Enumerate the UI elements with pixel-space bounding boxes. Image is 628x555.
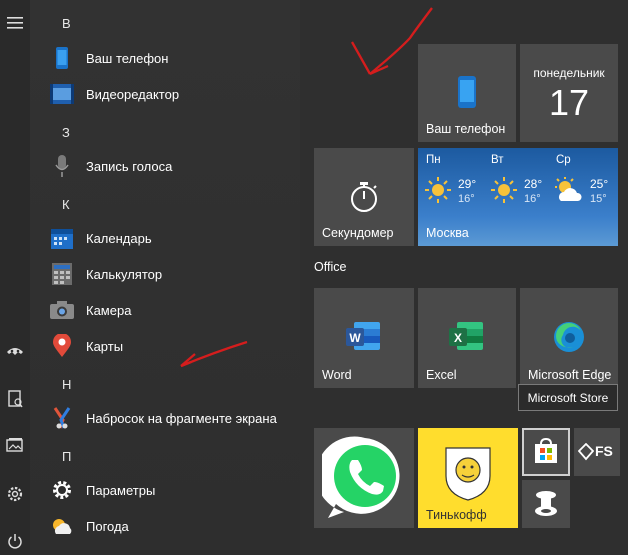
annotation-arrow bbox=[180, 340, 248, 368]
app-calendar[interactable]: Календарь bbox=[50, 221, 300, 255]
partly-cloudy-icon bbox=[554, 176, 584, 209]
app-label: Погода bbox=[86, 518, 129, 534]
fs-label: FS bbox=[595, 443, 613, 459]
store-bag-icon bbox=[534, 437, 558, 469]
tile-label: Секундомер bbox=[322, 226, 394, 240]
video-editor-icon bbox=[50, 82, 74, 106]
app-settings[interactable]: Параметры bbox=[50, 473, 300, 507]
app-video-editor[interactable]: Видеоредактор bbox=[50, 77, 300, 111]
pictures-icon[interactable] bbox=[4, 434, 26, 456]
tile-label: Ваш телефон bbox=[426, 122, 506, 136]
app-label: Камера bbox=[86, 302, 132, 318]
group-letter-p[interactable]: П bbox=[62, 449, 71, 464]
tile-weather[interactable]: Пн Вт Ср 29° 16° 28° 16° 25° 15° Москва bbox=[418, 148, 618, 246]
tile-spool-app[interactable] bbox=[522, 480, 570, 528]
group-letter-v[interactable]: В bbox=[62, 16, 71, 31]
group-letter-n[interactable]: Н bbox=[62, 377, 71, 392]
tile-excel[interactable]: X Excel bbox=[418, 288, 516, 388]
phone-icon bbox=[50, 46, 74, 70]
app-label: Ваш телефон bbox=[86, 50, 169, 66]
app-your-phone[interactable]: Ваш телефон bbox=[50, 41, 300, 75]
weather-icon bbox=[50, 514, 74, 538]
app-list: В Ваш телефон Видеоредактор З Запись гол… bbox=[30, 0, 300, 555]
word-icon: W bbox=[346, 320, 382, 357]
app-label: Видеоредактор bbox=[86, 86, 180, 102]
weather-day: Вт bbox=[491, 154, 504, 166]
group-letter-k[interactable]: К bbox=[62, 197, 70, 212]
weather-city: Москва bbox=[426, 226, 469, 240]
app-voice-recorder[interactable]: Запись голоса bbox=[50, 149, 300, 183]
stopwatch-icon bbox=[348, 180, 380, 219]
calendar-day: 17 bbox=[548, 82, 590, 123]
tile-microsoft-store[interactable] bbox=[522, 428, 570, 476]
settings-icon[interactable] bbox=[4, 483, 26, 505]
app-weather[interactable]: Погода bbox=[50, 509, 300, 543]
app-label: Карты bbox=[86, 338, 124, 354]
menu-icon[interactable] bbox=[4, 12, 26, 34]
section-title-office[interactable]: Office bbox=[314, 260, 346, 274]
sunny-icon bbox=[424, 176, 452, 209]
weather-high: 25° bbox=[590, 177, 609, 191]
app-calculator[interactable]: Калькулятор bbox=[50, 257, 300, 291]
start-rail bbox=[0, 0, 30, 555]
tile-your-phone[interactable]: Ваш телефон bbox=[418, 44, 516, 142]
weather-day: Пн bbox=[426, 154, 441, 166]
tile-stopwatch[interactable]: Секундомер bbox=[314, 148, 414, 246]
tile-calendar[interactable]: понедельник 17 bbox=[520, 44, 618, 142]
camera-icon bbox=[50, 298, 74, 322]
tile-whatsapp[interactable] bbox=[314, 428, 414, 528]
svg-text:X: X bbox=[454, 331, 462, 345]
tile-label: Microsoft Edge bbox=[528, 368, 612, 382]
calendar-weekday: понедельник bbox=[533, 66, 605, 80]
app-camera[interactable]: Камера bbox=[50, 293, 300, 327]
group-letter-z[interactable]: З bbox=[62, 125, 70, 140]
gear-icon bbox=[50, 478, 74, 502]
calculator-icon bbox=[50, 262, 74, 286]
tile-label: Word bbox=[322, 368, 352, 382]
user-avatar-icon[interactable] bbox=[4, 340, 26, 362]
weather-high: 28° bbox=[524, 177, 543, 191]
sunny-icon bbox=[490, 176, 518, 209]
app-label: Календарь bbox=[86, 230, 152, 246]
tile-tinkoff[interactable]: Тинькофф bbox=[418, 428, 518, 528]
tile-fs[interactable]: FS bbox=[574, 428, 620, 476]
app-label: Параметры bbox=[86, 482, 156, 498]
tile-word[interactable]: W Word bbox=[314, 288, 414, 388]
edge-icon bbox=[553, 321, 585, 358]
whatsapp-icon bbox=[316, 434, 408, 527]
snip-sketch-icon bbox=[50, 406, 74, 430]
weather-day: Ср bbox=[556, 154, 571, 166]
maps-pin-icon bbox=[50, 334, 74, 358]
documents-icon[interactable] bbox=[4, 388, 26, 410]
weather-low: 16° bbox=[458, 193, 475, 205]
excel-icon: X bbox=[449, 320, 485, 357]
app-label: Набросок на фрагменте экрана bbox=[86, 410, 277, 426]
microphone-icon bbox=[50, 154, 74, 178]
tile-label: Тинькофф bbox=[426, 508, 487, 522]
tile-area: Ваш телефон понедельник 17 Секундомер Пн… bbox=[300, 0, 628, 555]
spool-icon bbox=[534, 490, 558, 523]
tile-label: Excel bbox=[426, 368, 457, 382]
app-snip-sketch[interactable]: Набросок на фрагменте экрана bbox=[50, 401, 300, 435]
app-label: Калькулятор bbox=[86, 266, 163, 282]
app-label: Запись голоса bbox=[86, 158, 173, 174]
power-icon[interactable] bbox=[4, 530, 26, 552]
calendar-icon bbox=[50, 226, 74, 250]
fs-icon bbox=[577, 442, 595, 466]
weather-low: 15° bbox=[590, 193, 607, 205]
tile-microsoft-edge[interactable]: Microsoft Edge bbox=[520, 288, 618, 388]
weather-low: 16° bbox=[524, 193, 541, 205]
tooltip-microsoft-store: Microsoft Store bbox=[518, 384, 618, 411]
weather-high: 29° bbox=[458, 177, 477, 191]
svg-text:W: W bbox=[349, 331, 361, 345]
tinkoff-logo-icon bbox=[442, 446, 494, 507]
phone-icon bbox=[458, 76, 476, 113]
